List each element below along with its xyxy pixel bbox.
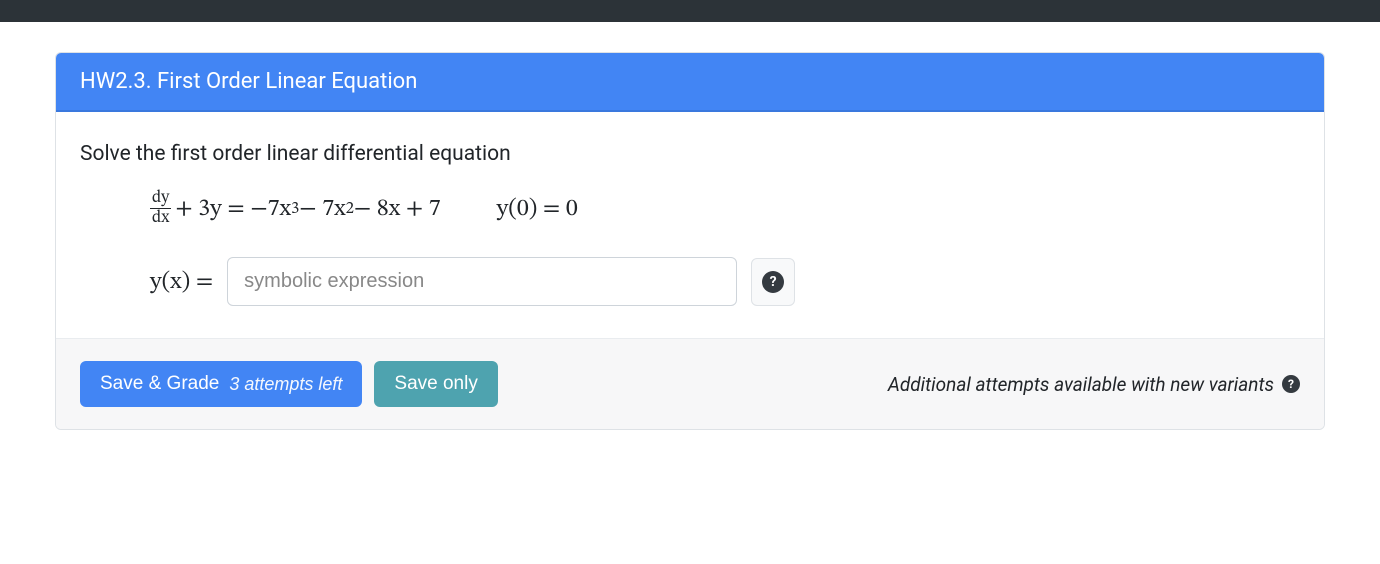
save-grade-label: Save & Grade [100, 373, 219, 395]
card-body: Solve the first order linear differentia… [56, 112, 1324, 338]
eq-part-2: − 7x [299, 194, 345, 224]
eq-part-1: + 3y = −7x [175, 194, 291, 224]
card-header: HW2.3. First Order Linear Equation [56, 53, 1324, 112]
initial-condition: y(0) = 0 [497, 194, 578, 224]
help-icon: ? [762, 271, 784, 293]
save-only-label: Save only [394, 373, 477, 395]
fraction-denominator: dx [152, 209, 169, 227]
answer-label: y(x) = [150, 267, 213, 297]
top-nav-bar [0, 0, 1380, 22]
question-prompt: Solve the first order linear differentia… [80, 142, 1300, 166]
equation-row: dy dx + 3y = −7x3 − 7x2 − 8x + 7 y(0) = … [80, 190, 1300, 227]
save-only-button[interactable]: Save only [374, 361, 497, 407]
question-card: HW2.3. First Order Linear Equation Solve… [55, 52, 1325, 430]
answer-row: y(x) = ? [80, 257, 1300, 306]
attempts-left-text: 3 attempts left [229, 374, 342, 395]
footer-variants-note: Additional attempts available with new v… [888, 373, 1300, 396]
fraction-numerator: dy [150, 190, 171, 209]
answer-input[interactable] [227, 257, 737, 306]
info-icon[interactable]: ? [1282, 375, 1300, 393]
eq-part-3: − 8x + 7 [354, 194, 441, 224]
variants-text: Additional attempts available with new v… [888, 373, 1274, 396]
card-footer: Save & Grade 3 attempts left Save only A… [56, 338, 1324, 429]
save-and-grade-button[interactable]: Save & Grade 3 attempts left [80, 361, 362, 407]
question-title: HW2.3. First Order Linear Equation [80, 69, 417, 94]
help-button[interactable]: ? [751, 258, 795, 306]
page-container: HW2.3. First Order Linear Equation Solve… [0, 22, 1380, 460]
fraction-dy-dx: dy dx [150, 190, 171, 227]
differential-equation: dy dx + 3y = −7x3 − 7x2 − 8x + 7 [150, 190, 441, 227]
